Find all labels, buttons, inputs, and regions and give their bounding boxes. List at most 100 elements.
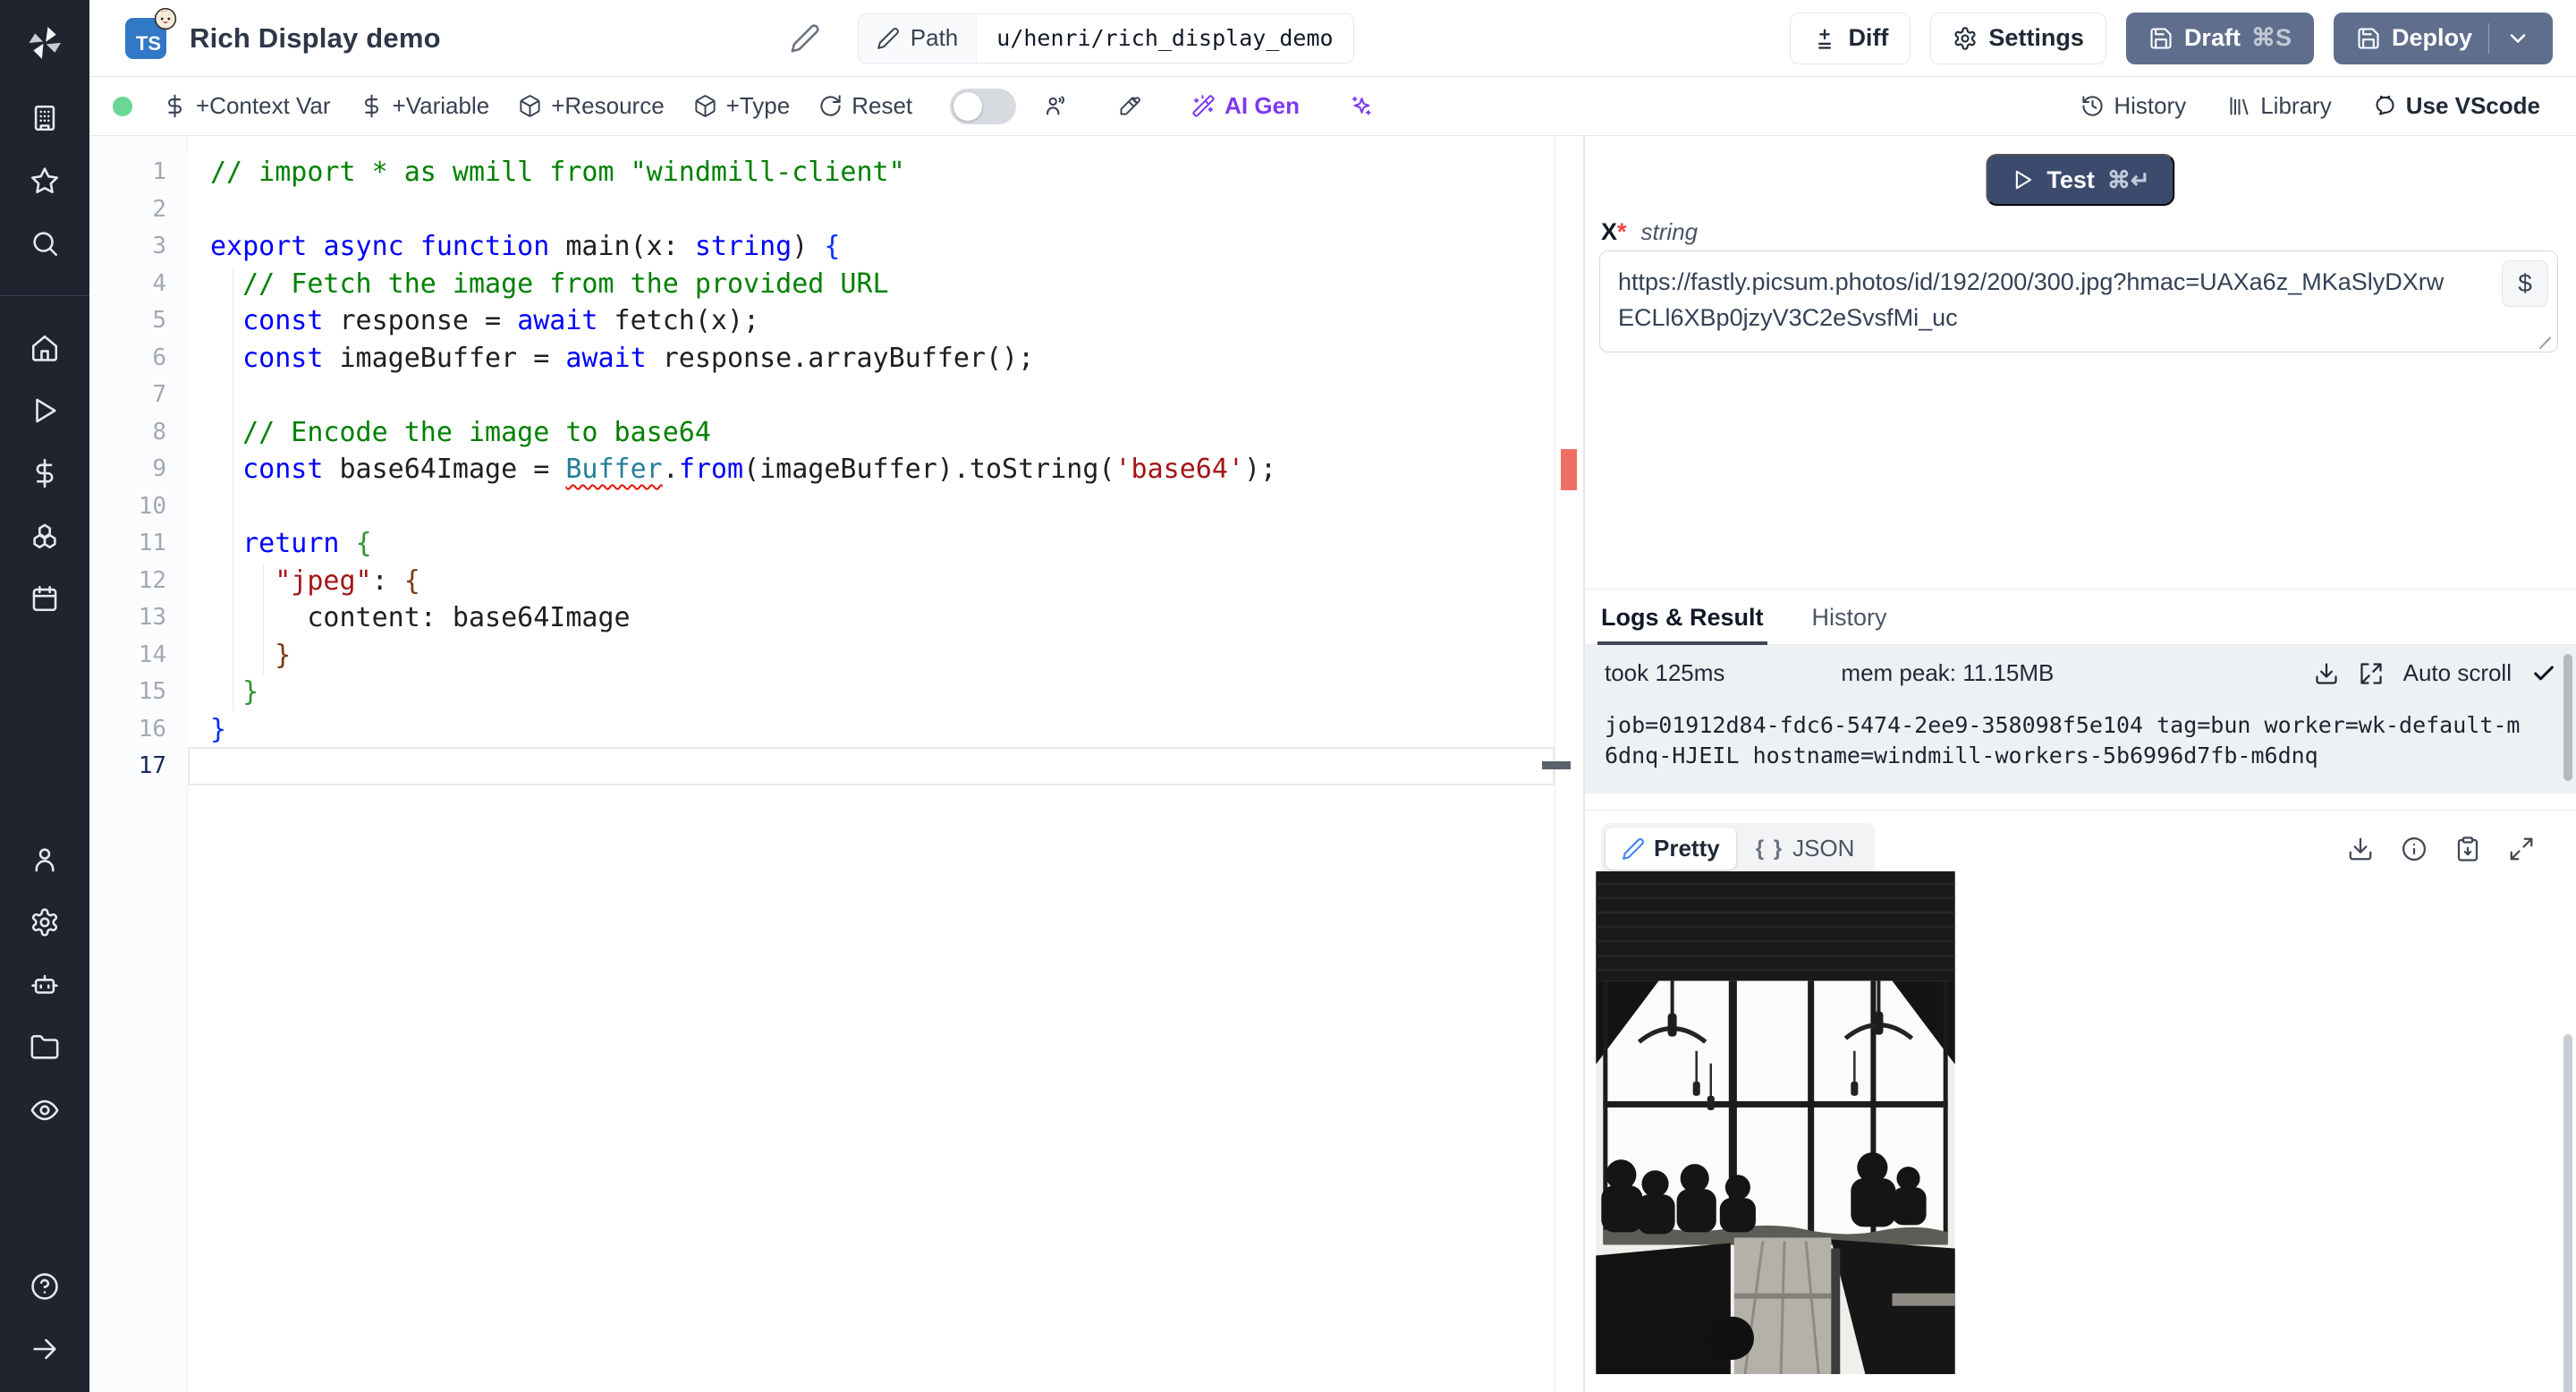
info-icon[interactable] [2401,836,2428,862]
dollar-icon[interactable] [29,457,61,489]
toolbar-right: History Library Use VScode [2080,92,2556,120]
code-line[interactable] [188,488,1546,526]
tab-logs-result[interactable]: Logs & Result [1597,604,1767,646]
reset-button[interactable]: Reset [804,77,927,135]
calendar-icon[interactable] [29,582,61,615]
history-button[interactable]: History [2080,92,2186,120]
line-number: 12 [138,566,166,594]
settings-button[interactable]: Settings [1930,12,2106,64]
use-vscode-button[interactable]: Use VScode [2373,92,2540,120]
result-actions [2347,836,2560,862]
code-line[interactable]: } [188,711,1546,749]
code-line[interactable]: } [188,637,1546,675]
code-line[interactable]: "jpeg": { [188,563,1546,600]
ai-gen-label: AI Gen [1224,92,1300,119]
scrollbar-cursor-marker[interactable] [1542,761,1571,769]
code-line[interactable] [188,377,1546,414]
home-icon[interactable] [29,332,61,364]
resize-handle[interactable] [2536,330,2552,350]
expand-icon[interactable] [2359,661,2384,686]
add-variable-button[interactable]: +Variable [345,77,504,135]
status-dot [113,96,132,116]
history-clock-icon [2082,96,2103,116]
pen-icon [1623,837,1644,860]
clipboard-icon[interactable] [2454,836,2481,862]
code-line[interactable]: const response = await fetch(x); [188,302,1546,340]
pencil-icon[interactable] [790,23,820,54]
code-line[interactable]: // Fetch the image from the provided URL [188,266,1546,303]
line-number: 14 [138,641,166,668]
format-brush-icon [1120,97,1140,115]
pencil-icon [877,27,899,49]
line-number: 11 [138,530,166,556]
draft-button[interactable]: Draft ⌘S [2125,12,2314,64]
assistant-button[interactable] [1029,77,1081,135]
windmill-logo[interactable] [21,20,68,66]
arrow-right-icon[interactable] [29,1333,61,1365]
sparkles-button[interactable] [1335,77,1388,135]
eye-icon[interactable] [29,1094,61,1126]
topbar-actions: Diff Settings Draft ⌘S Deploy [1790,12,2553,64]
add-type-button[interactable]: +Type [679,77,805,135]
code-line[interactable]: return { [188,525,1546,563]
code-editor[interactable]: 1 2 3 4 5 6 7 8 9 10 11 12 13 14 15 16 17 // import * as… [89,136,1583,1392]
log-text: job=01912d84-fdc6-5474-2ee9-358098f5e104… [1605,712,2521,768]
tab-json[interactable]: { } JSON [1740,828,1871,870]
play-icon[interactable] [29,395,61,427]
download-icon[interactable] [2314,661,2339,686]
dollar-label: $ [2518,269,2532,297]
type-label: +Type [725,92,791,119]
test-button[interactable]: Test ⌘↵ [1986,154,2175,206]
format-button[interactable] [1103,77,1156,135]
diff-button[interactable]: Diff [1790,12,1911,64]
robot-icon[interactable] [29,969,61,1001]
code-line[interactable] [188,191,1546,229]
tab-history[interactable]: History [1812,604,1887,644]
line-number: 17 [138,752,166,779]
folder-icon[interactable] [29,1031,61,1064]
diff-mode-toggle[interactable] [950,88,1017,124]
assistant-icon [1046,96,1065,115]
code-line[interactable]: export async function main(x: string) { [188,228,1546,266]
code-line[interactable]: const imageBuffer = await response.array… [188,340,1546,378]
library-icon [2230,97,2249,115]
code-line[interactable]: content: base64Image [188,599,1546,637]
path-value[interactable]: u/henri/rich_display_demo [977,13,1353,63]
sparkles-icon [1352,96,1371,115]
result-scrollbar[interactable] [2563,1034,2572,1392]
variable-label: +Variable [392,92,490,119]
search-icon[interactable] [29,227,61,259]
autoscroll-label[interactable]: Auto scroll [2403,659,2512,687]
code-line[interactable]: } [188,674,1546,711]
add-context-var-button[interactable]: +Context Var [148,77,345,135]
user-icon[interactable] [29,844,61,876]
reset-label: Reset [852,92,913,119]
boxes-icon[interactable] [29,520,61,552]
result-image[interactable] [1596,871,1955,1375]
code-line[interactable]: // import * as wmill from "windmill-clie… [188,154,1546,191]
dollar-icon [364,94,378,118]
add-resource-button[interactable]: +Resource [504,77,678,135]
package-icon [695,95,716,117]
variable-picker-button[interactable]: $ [2502,260,2548,307]
code-line[interactable] [188,748,1546,785]
library-button[interactable]: Library [2227,92,2332,120]
line-number: 13 [138,604,166,631]
expand-icon[interactable] [2508,836,2535,862]
tab-pretty[interactable]: Pretty [1606,828,1736,870]
star-icon[interactable] [29,165,61,197]
code-line[interactable]: const base64Image = Buffer.from(imageBuf… [188,451,1546,488]
help-icon[interactable] [29,1270,61,1303]
ai-gen-button[interactable]: AI Gen [1177,77,1314,135]
path-edit-button[interactable]: Path [858,13,978,63]
download-icon[interactable] [2347,836,2374,862]
building-icon[interactable] [29,102,61,134]
log-scrollbar[interactable] [2563,654,2572,781]
gear-icon[interactable] [29,906,61,938]
deploy-dropdown[interactable] [2488,22,2530,54]
toggle-knob [953,91,983,121]
code-line[interactable]: // Encode the image to base64 [188,414,1546,452]
deploy-button[interactable]: Deploy [2333,12,2553,64]
line-number: 9 [152,455,166,482]
arg-input[interactable]: https://fastly.picsum.photos/id/192/200/… [1599,250,2558,352]
